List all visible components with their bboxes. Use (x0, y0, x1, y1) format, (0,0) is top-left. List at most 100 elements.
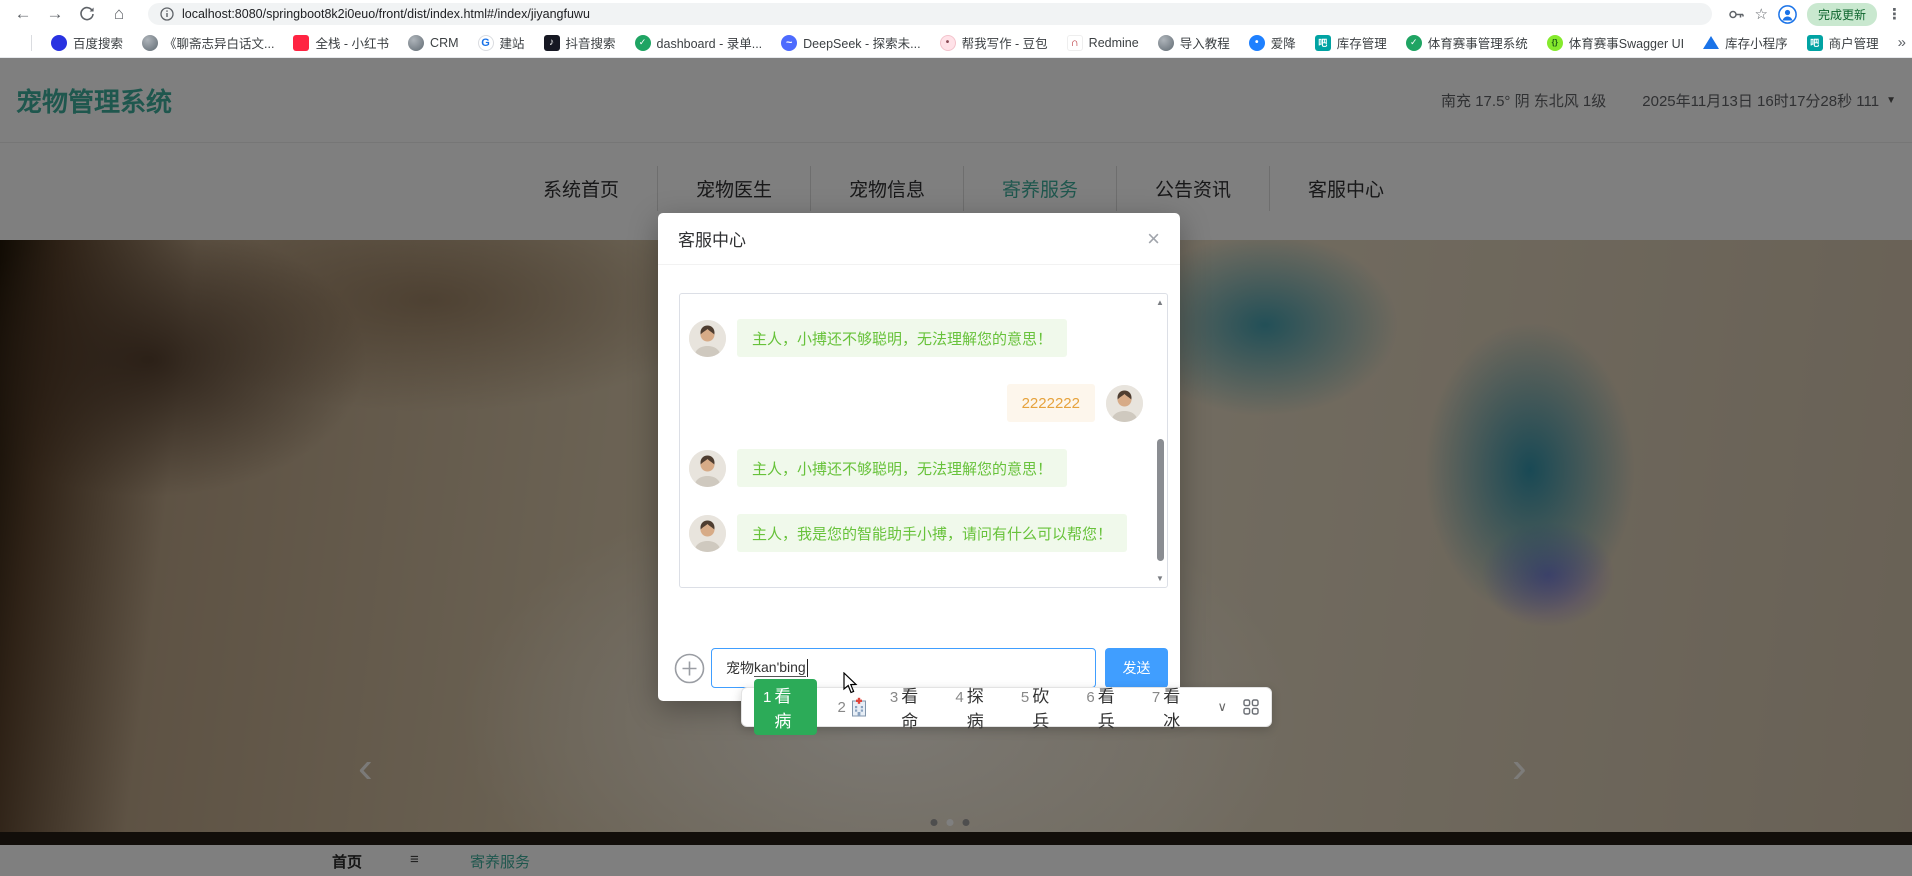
bookmark-favicon (1314, 34, 1331, 51)
browser-toolbar: ← → ⌂ localhost:8080/springboot8k2i0euo/… (0, 0, 1912, 28)
ime-expand-chevron-icon[interactable]: ∨ (1217, 699, 1227, 715)
hospital-emoji-icon (851, 697, 866, 717)
bookmark-item[interactable]: 帮我写作 - 豆包 (939, 33, 1048, 52)
bookmark-favicon (1703, 36, 1720, 49)
person-avatar-image (1106, 384, 1143, 422)
ime-candidate[interactable]: 5 砍兵 (1021, 682, 1066, 732)
reload-button[interactable] (74, 2, 100, 26)
bookmark-item[interactable]: DeepSeek - 探索未... (781, 33, 921, 52)
avatar (689, 514, 726, 552)
bookmark-favicon (634, 34, 651, 51)
bookmark-favicon (1066, 34, 1083, 51)
person-avatar-image (689, 514, 726, 552)
bookmark-item[interactable]: Redmine (1066, 34, 1139, 51)
candidate-index: 5 (1020, 689, 1030, 706)
bookmark-favicon (781, 34, 798, 51)
candidate-text: 看命 (901, 687, 919, 731)
candidate-index: 4 (955, 689, 964, 706)
avatar (689, 449, 726, 487)
ime-candidate[interactable]: 6 看兵 (1086, 682, 1131, 732)
chrome-menu-icon[interactable]: ⋮ (1887, 5, 1902, 23)
bookmark-item[interactable]: 爱降 (1248, 33, 1296, 52)
bookmark-label: 建站 (499, 37, 525, 51)
bookmark-item[interactable]: 库存管理 (1314, 33, 1387, 52)
candidate-text: 看病 (774, 687, 792, 731)
modal-title: 客服中心 (678, 231, 746, 250)
bookmark-item[interactable]: 百度搜索 (51, 33, 123, 52)
bookmark-item[interactable]: CRM (408, 34, 459, 51)
profile-avatar-icon[interactable] (1778, 4, 1797, 24)
bookmark-star-icon[interactable]: ☆ (1755, 5, 1768, 23)
bookmark-item[interactable]: dashboard - 录单... (634, 33, 763, 52)
candidate-text: 看冰 (1163, 687, 1181, 731)
bookmark-favicon (477, 34, 494, 51)
forward-button[interactable]: → (42, 2, 68, 26)
candidate-index: 3 (889, 689, 899, 706)
chat-message: 主人，小搏还不够聪明，无法理解您的意思！ (689, 449, 1153, 487)
text-caret (806, 659, 808, 677)
bookmark-item[interactable]: 抖音搜索 (543, 33, 616, 52)
chat-area: 主人，小搏还不够聪明，无法理解您的意思！ 2222222 主人，小搏还不够聪明，… (679, 293, 1168, 588)
scrollbar-thumb[interactable] (1157, 439, 1164, 561)
candidate-text: 砍兵 (1032, 687, 1050, 731)
bookmark-label: 体育赛事管理系统 (1427, 37, 1528, 51)
bookmark-label: 百度搜索 (73, 37, 124, 51)
ime-candidate[interactable]: 3 看命 (890, 682, 935, 732)
bookmark-item[interactable]: 体育赛事Swagger UI (1546, 33, 1684, 52)
bookmark-label: DeepSeek - 探索未... (803, 37, 921, 51)
bookmark-label: Redmine (1088, 35, 1139, 50)
bookmark-label: 全栈 - 小红书 (315, 37, 390, 51)
ime-panel-grid-icon[interactable] (1243, 699, 1259, 715)
bookmark-favicon (1248, 34, 1265, 51)
bookmark-item[interactable]: 库存小程序 (1703, 33, 1788, 52)
avatar (689, 319, 726, 357)
message-bubble: 主人，我是您的智能助手小搏，请问有什么可以帮您！ (737, 514, 1128, 552)
bookmark-item[interactable]: 体育赛事管理系统 (1405, 33, 1528, 52)
bookmark-favicon (142, 34, 159, 51)
bookmark-label: 库存小程序 (1725, 37, 1788, 51)
home-button[interactable]: ⌂ (106, 2, 132, 26)
bookmark-favicon (1546, 34, 1563, 51)
ime-candidate[interactable]: 4 探病 (955, 682, 1000, 732)
ime-composition-text: kan'bing (754, 659, 806, 677)
scroll-up-icon[interactable]: ▲ (1156, 298, 1164, 307)
input-typed-text: 宠物 (726, 660, 754, 676)
bookmark-item[interactable]: 全栈 - 小红书 (293, 33, 389, 52)
password-key-icon[interactable] (1728, 6, 1745, 23)
ime-candidate[interactable]: 7 看冰 (1152, 682, 1197, 732)
chrome-update-button[interactable]: 完成更新 (1806, 2, 1877, 26)
candidate-index: 7 (1151, 689, 1161, 706)
ime-candidates: 1 看病 2 3 看命 4 探病 5 砍兵 6 看兵 7 看冰 (754, 679, 1196, 735)
ime-candidate-bar: 1 看病 2 3 看命 4 探病 5 砍兵 6 看兵 7 看冰 ∨ (741, 679, 1272, 735)
bookmark-item[interactable]: 商户管理 (1806, 33, 1879, 52)
address-bar[interactable]: localhost:8080/springboot8k2i0euo/front/… (148, 3, 1712, 25)
bookmark-label: 抖音搜索 (565, 37, 616, 51)
bookmark-favicon (408, 34, 425, 51)
bookmark-favicon (293, 34, 310, 51)
close-icon[interactable]: × (1147, 227, 1160, 250)
ime-candidate[interactable]: 2 (838, 697, 869, 717)
toolbar-right: ☆ 完成更新 ⋮ (1728, 2, 1902, 26)
back-button[interactable]: ← (10, 2, 36, 26)
bookmark-label: dashboard - 录单... (656, 37, 763, 51)
bookmark-favicon (51, 34, 67, 51)
person-avatar-image (689, 449, 726, 487)
candidate-text: 探病 (966, 687, 984, 731)
scroll-down-icon[interactable]: ▼ (1156, 574, 1164, 583)
mouse-cursor (843, 672, 858, 694)
candidate-index: 1 (763, 689, 772, 706)
chat-message: 主人，小搏还不够聪明，无法理解您的意思！ (689, 319, 1153, 357)
message-bubble: 2222222 (1006, 384, 1095, 422)
bookmarks-overflow-chevron[interactable]: » (1898, 34, 1906, 51)
site-info-icon[interactable] (160, 7, 174, 21)
reload-icon (80, 6, 94, 21)
bookmark-item[interactable]: 《聊斋志异白话文... (142, 33, 274, 52)
candidate-index: 2 (837, 698, 846, 716)
ime-candidate[interactable]: 1 看病 (754, 679, 817, 735)
bookmark-item[interactable]: 导入教程 (1157, 33, 1230, 52)
bookmark-favicon (1806, 34, 1823, 51)
bookmark-item[interactable]: 建站 (477, 33, 525, 52)
bookmark-favicon (1157, 34, 1174, 51)
person-avatar-image (689, 319, 726, 357)
add-attachment-icon[interactable] (674, 653, 705, 684)
